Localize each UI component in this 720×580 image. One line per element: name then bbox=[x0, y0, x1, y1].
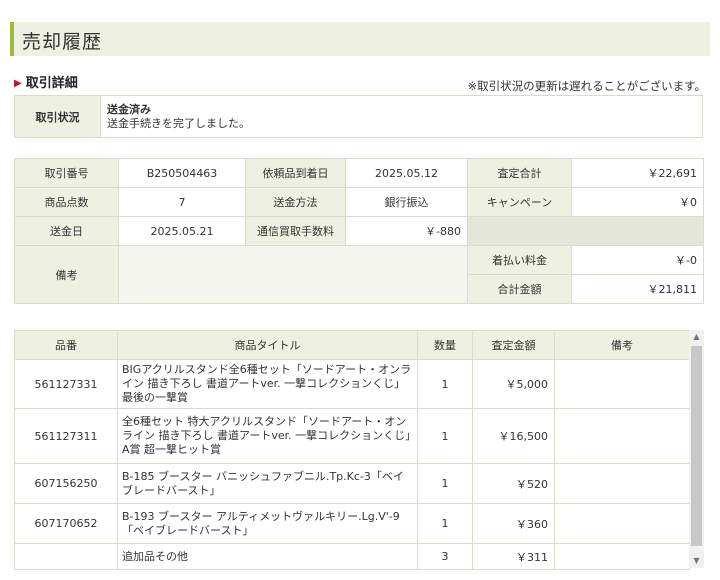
item-note bbox=[554, 543, 690, 570]
item-code: 561127331 bbox=[14, 359, 118, 409]
table-row: 追加品その他 3 ￥311 bbox=[14, 543, 690, 570]
col-header-title: 商品タイトル bbox=[117, 330, 418, 360]
fee-value: ￥-880 bbox=[345, 216, 468, 246]
col-header-amount: 査定金額 bbox=[472, 330, 555, 360]
item-title: 全6種セット 特大アクリルスタンド「ソードアート・オンライン 描き下ろし 書道ア… bbox=[117, 408, 418, 464]
items-scrollbar[interactable]: ▲ ▼ bbox=[689, 330, 704, 568]
item-code: 561127311 bbox=[14, 408, 118, 464]
arrival-date-value: 2025.05.12 bbox=[345, 158, 468, 188]
trade-number-value: B250504463 bbox=[118, 158, 246, 188]
scrollbar-thumb[interactable] bbox=[691, 346, 702, 546]
status-value: 送金済み bbox=[107, 102, 151, 116]
remit-method-label: 送金方法 bbox=[245, 187, 346, 217]
item-qty: 1 bbox=[417, 463, 473, 504]
table-row: 561127311 全6種セット 特大アクリルスタンド「ソードアート・オンライン… bbox=[14, 408, 690, 464]
item-note bbox=[554, 503, 690, 544]
remarks-value bbox=[118, 245, 468, 304]
update-notice: ※取引状況の更新は遅れることがございます。 bbox=[467, 79, 706, 93]
item-qty: 1 bbox=[417, 503, 473, 544]
item-count-label: 商品点数 bbox=[14, 187, 119, 217]
remit-date-value: 2025.05.21 bbox=[118, 216, 246, 246]
status-label: 取引状況 bbox=[14, 95, 101, 138]
col-header-note: 備考 bbox=[554, 330, 690, 360]
items-table: 品番 商品タイトル 数量 査定金額 備考 561127331 BIGアクリルスタ… bbox=[14, 330, 690, 570]
scroll-up-arrow-icon[interactable]: ▲ bbox=[691, 332, 702, 342]
page-title: 売却履歴 bbox=[22, 31, 103, 53]
item-title: 追加品その他 bbox=[117, 543, 418, 570]
fee-label: 通信買取手数料 bbox=[245, 216, 346, 246]
cod-fee-label: 着払い料金 bbox=[467, 245, 572, 275]
item-amount: ￥311 bbox=[472, 543, 555, 570]
trade-number-label: 取引番号 bbox=[14, 158, 119, 188]
empty-cell bbox=[467, 216, 704, 246]
item-amount: ￥16,500 bbox=[472, 408, 555, 464]
items-scroll-area[interactable]: 品番 商品タイトル 数量 査定金額 備考 561127331 BIGアクリルスタ… bbox=[14, 330, 718, 570]
item-title: BIGアクリルスタンド全6種セット「ソードアート・オンライン 描き下ろし 書道ア… bbox=[117, 359, 418, 409]
appraisal-total-label: 査定合計 bbox=[467, 158, 572, 188]
remit-date-label: 送金日 bbox=[14, 216, 119, 246]
item-qty: 3 bbox=[417, 543, 473, 570]
item-code: 607156250 bbox=[14, 463, 118, 504]
campaign-label: キャンペーン bbox=[467, 187, 572, 217]
triangle-marker-icon: ▶ bbox=[14, 78, 22, 89]
cod-fee-value: ￥-0 bbox=[571, 245, 704, 275]
status-value-cell: 送金済み 送金手続きを完了しました。 bbox=[100, 95, 703, 138]
item-qty: 1 bbox=[417, 359, 473, 409]
item-note bbox=[554, 463, 690, 504]
appraisal-total-value: ￥22,691 bbox=[571, 158, 704, 188]
item-code: 607170652 bbox=[14, 503, 118, 544]
item-amount: ￥5,000 bbox=[472, 359, 555, 409]
campaign-value: ￥0 bbox=[571, 187, 704, 217]
item-code bbox=[14, 543, 118, 570]
item-amount: ￥360 bbox=[472, 503, 555, 544]
detail-table: 取引番号 B250504463 依頼品到着日 2025.05.12 査定合計 ￥… bbox=[14, 158, 704, 304]
grand-total-label: 合計金額 bbox=[467, 274, 572, 304]
item-count-value: 7 bbox=[118, 187, 246, 217]
section-heading: ▶ 取引詳細 bbox=[14, 72, 78, 91]
item-title: B-193 ブースター アルティメットヴァルキリー.Lg.V'-9「ベイブレード… bbox=[117, 503, 418, 544]
table-row: 561127331 BIGアクリルスタンド全6種セット「ソードアート・オンライン… bbox=[14, 359, 690, 409]
col-header-code: 品番 bbox=[14, 330, 118, 360]
status-message: 送金手続きを完了しました。 bbox=[107, 116, 250, 130]
item-title: B-185 ブースター バニッシュファブニル.Tp.Kc-3「ベイブレードバース… bbox=[117, 463, 418, 504]
item-qty: 1 bbox=[417, 408, 473, 464]
arrival-date-label: 依頼品到着日 bbox=[245, 158, 346, 188]
scroll-down-arrow-icon[interactable]: ▼ bbox=[691, 556, 702, 566]
grand-total-value: ￥21,811 bbox=[571, 274, 704, 304]
page-header: 売却履歴 bbox=[10, 22, 710, 56]
item-note bbox=[554, 408, 690, 464]
table-row: 607170652 B-193 ブースター アルティメットヴァルキリー.Lg.V… bbox=[14, 503, 690, 544]
item-amount: ￥520 bbox=[472, 463, 555, 504]
table-row: 607156250 B-185 ブースター バニッシュファブニル.Tp.Kc-3… bbox=[14, 463, 690, 504]
remit-method-value: 銀行振込 bbox=[345, 187, 468, 217]
section-title: 取引詳細 bbox=[25, 76, 78, 91]
item-note bbox=[554, 359, 690, 409]
remarks-label: 備考 bbox=[14, 245, 119, 304]
status-table: 取引状況 送金済み 送金手続きを完了しました。 bbox=[14, 95, 703, 138]
col-header-qty: 数量 bbox=[417, 330, 473, 360]
